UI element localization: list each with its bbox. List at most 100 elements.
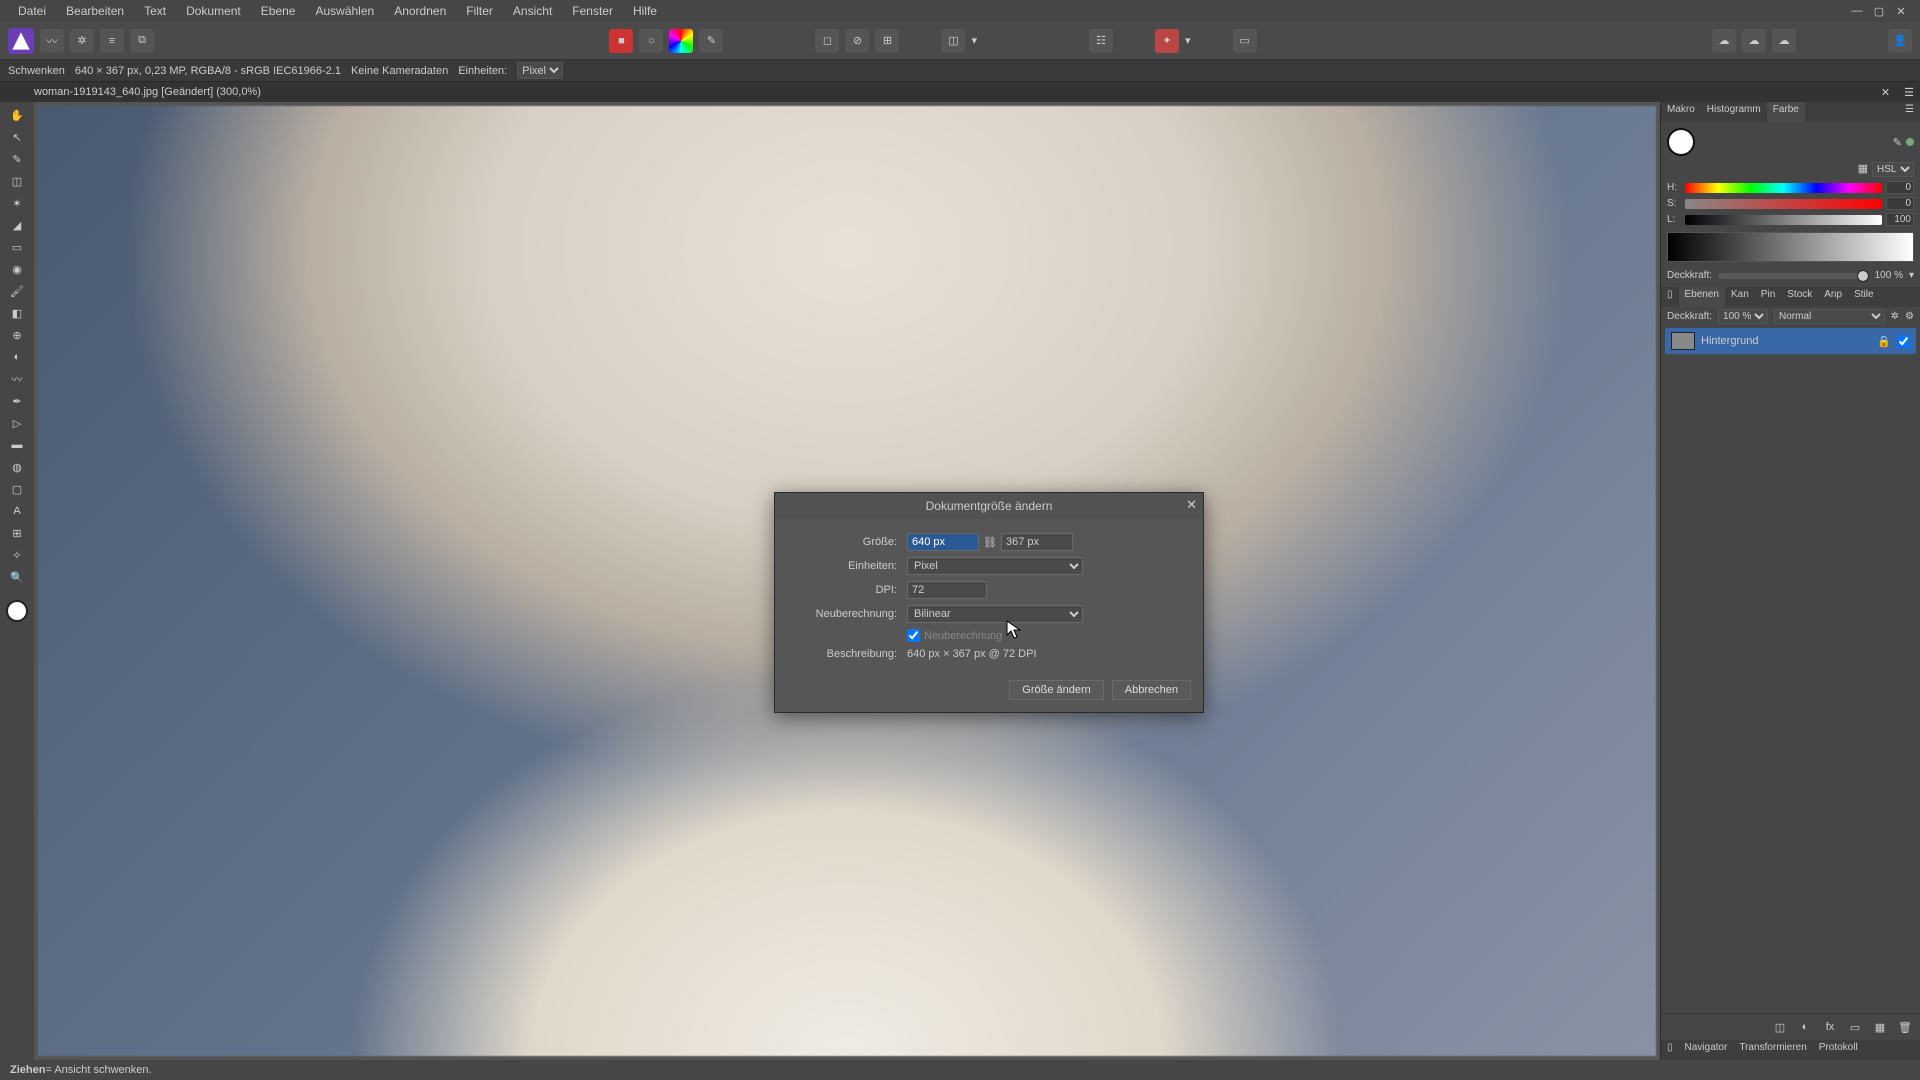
pen-tool[interactable]: ✒	[6, 392, 28, 410]
crop-tool[interactable]: ◫	[6, 172, 28, 190]
layer-mask-icon[interactable]: ◫	[1769, 1018, 1791, 1036]
tab-farbe[interactable]: Farbe	[1767, 102, 1805, 122]
tab-makro[interactable]: Makro	[1661, 102, 1701, 122]
toolbar-selection-icon[interactable]: ◻	[815, 29, 839, 53]
tab-anp[interactable]: Anp	[1818, 287, 1848, 307]
units-select[interactable]: Pixel	[907, 557, 1083, 575]
mesh-tool[interactable]: ⊞	[6, 524, 28, 542]
tab-ebenen[interactable]: Ebenen	[1679, 287, 1725, 307]
toolbar-crop-icon[interactable]: ⊞	[875, 29, 899, 53]
cancel-button[interactable]: Abbrechen	[1112, 680, 1191, 700]
persona-develop-icon[interactable]: ≡	[100, 29, 124, 53]
layer-fx-icon[interactable]: ✲	[1891, 311, 1899, 322]
menu-select[interactable]: Auswählen	[305, 4, 384, 18]
snapshot-icon[interactable]: ▯	[1661, 287, 1679, 307]
menu-edit[interactable]: Bearbeiten	[56, 4, 134, 18]
menu-layer[interactable]: Ebene	[251, 4, 306, 18]
window-minimize-button[interactable]: —	[1846, 5, 1868, 17]
color-mode-select[interactable]: HSL	[1872, 162, 1914, 177]
document-tab[interactable]: woman-1919143_640.jpg [Geändert] (300,0%…	[34, 86, 261, 98]
foreground-color-swatch[interactable]	[6, 600, 28, 622]
vectorbrush-tool[interactable]: ✧	[6, 546, 28, 564]
tab-stock[interactable]: Stock	[1781, 287, 1818, 307]
selectionbrush-tool[interactable]: ✶	[6, 194, 28, 212]
tab-histogramm[interactable]: Histogramm	[1701, 102, 1767, 122]
smudge-tool[interactable]: 〰	[6, 370, 28, 388]
layer-settings-icon[interactable]: ⚙	[1905, 311, 1914, 322]
toolbar-align-icon[interactable]: ☷	[1089, 29, 1113, 53]
panel-menu-icon[interactable]: ☰	[1899, 102, 1920, 122]
opacity-slider[interactable]	[1718, 273, 1869, 279]
layer-delete-icon[interactable]: 🗑	[1894, 1018, 1916, 1036]
paintbrush-tool[interactable]: 🖌	[6, 282, 28, 300]
toolbar-colorwheel-icon[interactable]	[669, 29, 693, 53]
layer-lock-icon[interactable]: 🔒	[1877, 335, 1891, 348]
toolbar-snapshot-icon[interactable]: ▭	[1233, 29, 1257, 53]
erase-tool[interactable]: ◧	[6, 304, 28, 322]
toolbar-quickmask-icon[interactable]: ◫	[941, 29, 965, 53]
tab-transformieren[interactable]: Transformieren	[1733, 1040, 1812, 1060]
gradient-tool[interactable]: ▬	[6, 436, 28, 454]
toolbar-account-icon[interactable]: 👤	[1888, 29, 1912, 53]
marquee-tool[interactable]: ▭	[6, 238, 28, 256]
window-close-button[interactable]: ✕	[1890, 5, 1912, 18]
tab-stile[interactable]: Stile	[1848, 287, 1879, 307]
dialog-close-button[interactable]: ✕	[1186, 497, 1197, 513]
menu-document[interactable]: Dokument	[176, 4, 251, 18]
menu-view[interactable]: Ansicht	[503, 4, 562, 18]
color-primary-swatch[interactable]	[1667, 128, 1695, 156]
resize-button[interactable]: Größe ändern	[1009, 680, 1103, 700]
chevron-down-icon[interactable]: ▾	[971, 34, 977, 47]
tab-protokoll[interactable]: Protokoll	[1813, 1040, 1864, 1060]
layer-add-icon[interactable]: ▦	[1869, 1018, 1891, 1036]
panel-menu-icon[interactable]: ☰	[1898, 86, 1920, 99]
saturation-value[interactable]: 0	[1886, 197, 1914, 210]
layer-opacity-select[interactable]: 100 %	[1718, 309, 1768, 324]
layer-group-icon[interactable]: ▭	[1844, 1018, 1866, 1036]
menu-arrange[interactable]: Anordnen	[384, 4, 456, 18]
layer-fx-icon[interactable]: fx	[1819, 1018, 1841, 1036]
persona-export-icon[interactable]: ⧉	[130, 29, 154, 53]
tab-navigator[interactable]: Navigator	[1679, 1040, 1734, 1060]
hue-slider[interactable]	[1685, 183, 1882, 193]
toolbar-assistant-icon[interactable]: ✦	[1155, 29, 1179, 53]
tab-kan[interactable]: Kan	[1725, 287, 1755, 307]
resample-select[interactable]: Bilinear	[907, 605, 1083, 623]
snapshot-icon[interactable]: ▯	[1661, 1040, 1679, 1060]
healing-tool[interactable]: ◉	[6, 260, 28, 278]
pan-tool[interactable]: ✋	[6, 106, 28, 124]
tab-pin[interactable]: Pin	[1755, 287, 1781, 307]
menu-text[interactable]: Text	[134, 4, 176, 18]
chevron-down-icon[interactable]: ▾	[1909, 270, 1914, 281]
layer-item[interactable]: Hintergrund 🔒	[1665, 328, 1916, 354]
move-tool[interactable]: ↖	[6, 128, 28, 146]
toolbar-sync-icon[interactable]: ☁	[1742, 29, 1766, 53]
toolbar-picker-icon[interactable]: ✎	[699, 29, 723, 53]
text-tool[interactable]: A	[6, 502, 28, 520]
window-maximize-button[interactable]: ▢	[1868, 5, 1890, 18]
menu-filter[interactable]: Filter	[456, 4, 503, 18]
toolbar-cloud-icon[interactable]: ☁	[1712, 29, 1736, 53]
canvas-area[interactable]: Dokumentgröße ändern ✕ Größe: ⛓ Einheite…	[34, 102, 1660, 1060]
fill-tool[interactable]: ◍	[6, 458, 28, 476]
document-close-icon[interactable]: ✕	[1873, 86, 1898, 99]
toolbar-swatch-icon[interactable]: ■	[609, 29, 633, 53]
hue-value[interactable]: 0	[1886, 181, 1914, 194]
shape-tool[interactable]: ▢	[6, 480, 28, 498]
width-input[interactable]	[907, 533, 979, 551]
dpi-input[interactable]	[907, 581, 987, 599]
app-logo-icon[interactable]	[8, 28, 34, 54]
dodge-tool[interactable]: ◐	[6, 348, 28, 366]
persona-photo-icon[interactable]: 〰	[40, 29, 64, 53]
toolbar-remove-icon[interactable]: ⊘	[845, 29, 869, 53]
toolbar-share-icon[interactable]: ☁	[1772, 29, 1796, 53]
clone-tool[interactable]: ⊕	[6, 326, 28, 344]
luminosity-value[interactable]: 100	[1886, 213, 1914, 226]
blend-mode-select[interactable]: Normal	[1774, 309, 1885, 324]
eyedropper-icon[interactable]: ✎	[1893, 136, 1902, 149]
colorpicker-tool[interactable]: ✎	[6, 150, 28, 168]
saturation-slider[interactable]	[1685, 199, 1882, 209]
luminosity-slider[interactable]	[1685, 215, 1882, 225]
resample-checkbox[interactable]	[907, 629, 920, 642]
height-input[interactable]	[1001, 533, 1073, 551]
